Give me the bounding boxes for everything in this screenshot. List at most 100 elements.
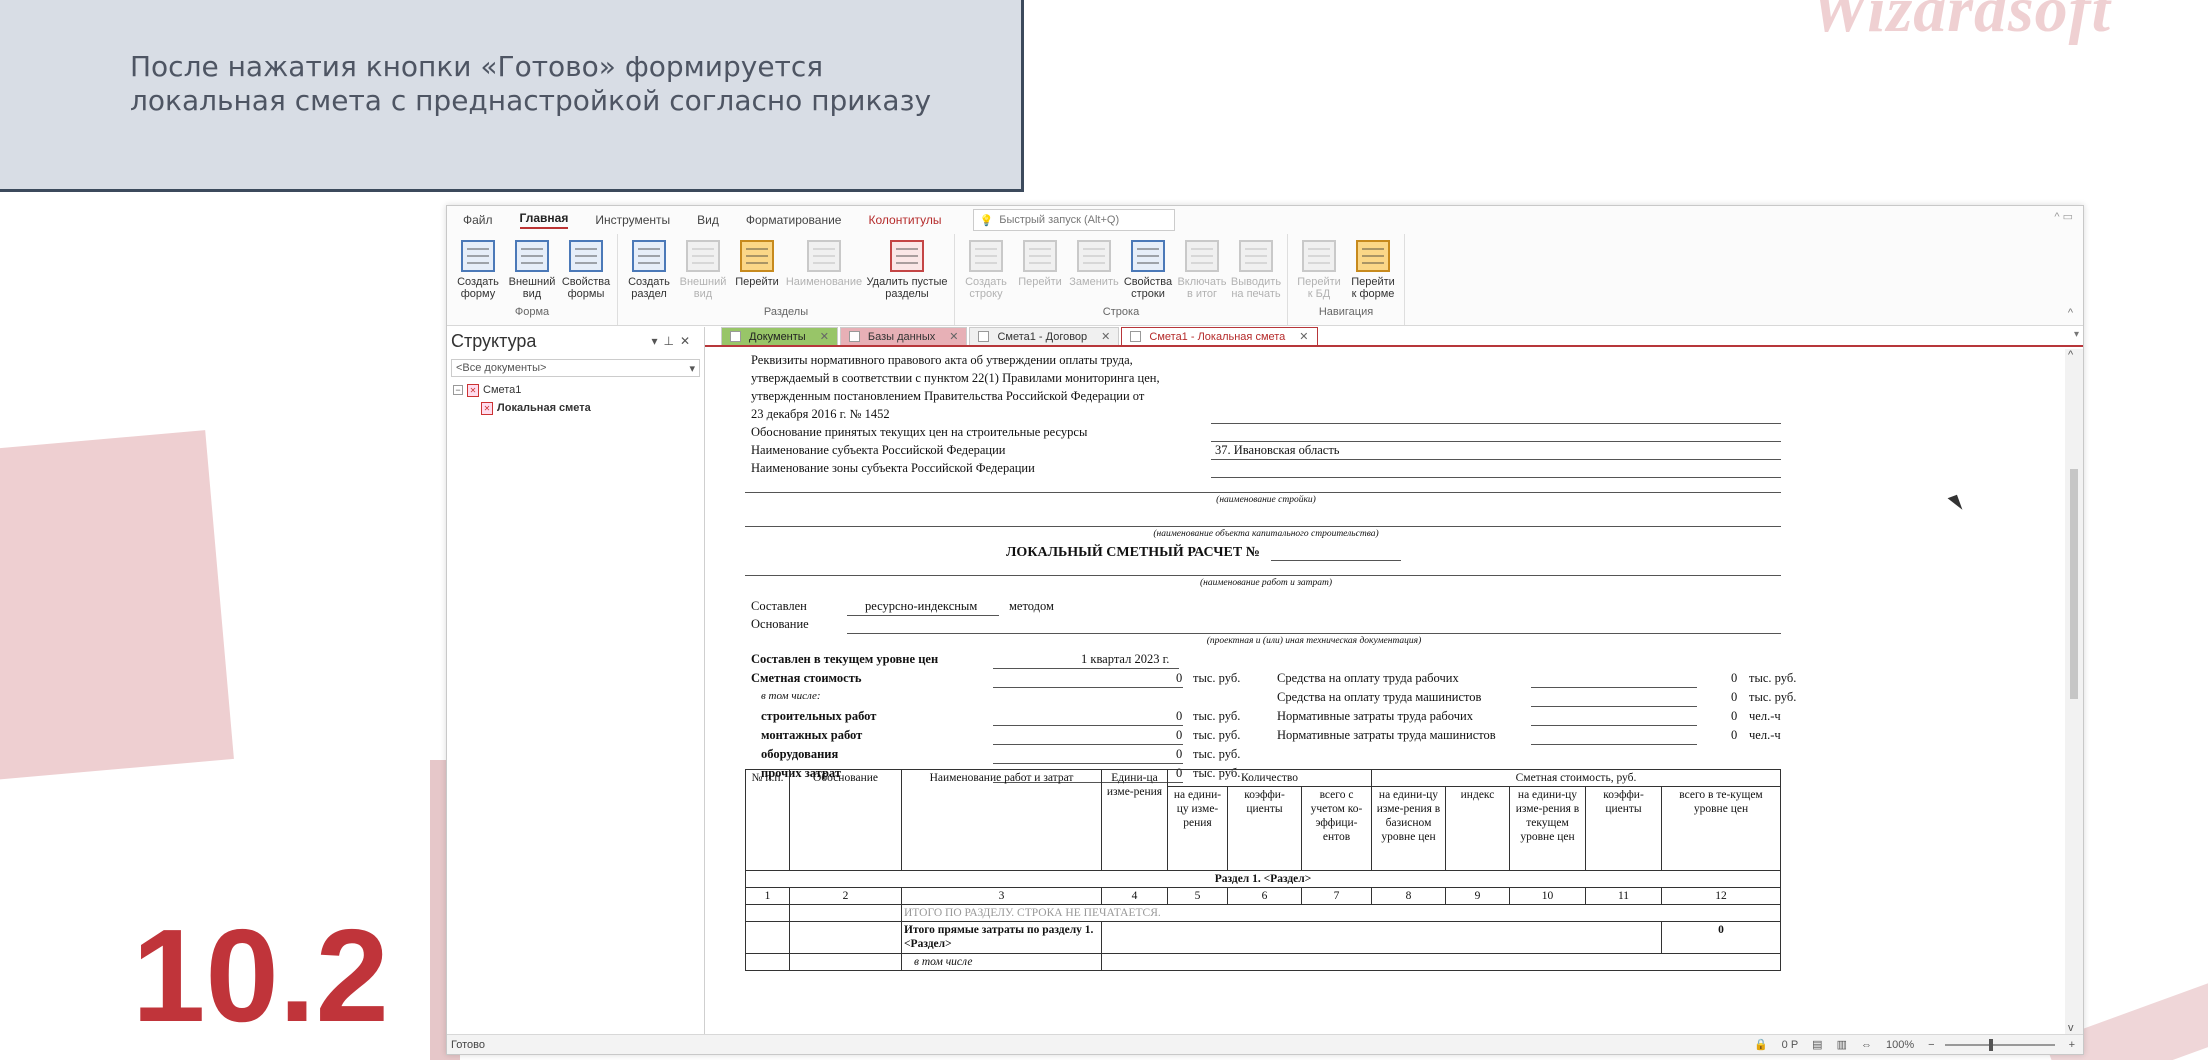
total-row-value: 0 [1661, 921, 1781, 954]
tabs-dropdown-icon[interactable]: ▾ [2074, 329, 2079, 340]
scroll-down-icon[interactable]: v [2068, 1022, 2074, 1034]
estimate-doc-icon [1130, 331, 1142, 342]
header-number: № п.п. [745, 769, 790, 871]
create-row-button[interactable]: Создать строку [959, 240, 1013, 304]
btn-label: Выводить [1230, 276, 1282, 288]
quick-launch-input[interactable]: 💡 Быстрый запуск (Alt+Q) [972, 209, 1175, 231]
colnum: 6 [1227, 887, 1302, 905]
chevron-up-icon[interactable]: ^ [2068, 307, 2073, 319]
tab-documents[interactable]: Документы ✕ [721, 327, 838, 345]
menu-home[interactable]: Главная [519, 211, 569, 229]
btn-label: к форме [1351, 288, 1395, 300]
table-row[interactable]: в том числе [745, 953, 1781, 971]
print-output-icon [1239, 240, 1273, 272]
cell [789, 953, 902, 971]
lock-icon: 🔒 [1753, 1039, 1768, 1051]
tab-local-estimate[interactable]: Смета1 - Локальная смета ✕ [1121, 327, 1318, 345]
work-area: Структура ▾⊥✕ <Все документы> ▾ − ✕ Смет… [447, 327, 2083, 1034]
cost-construction-value: 0 [1176, 709, 1183, 723]
goto-form-button[interactable]: Перейти к форме [1346, 240, 1400, 304]
colnum: 5 [1167, 887, 1228, 905]
document-area: Документы ✕ Базы данных ✕ Смета1 - Договор… [705, 327, 2083, 1034]
header-unit: Едини-ца изме-рения [1101, 769, 1168, 871]
header-cost-index: индекс [1445, 786, 1510, 871]
composed-method-value[interactable]: ресурсно-индексным [865, 599, 977, 614]
collapse-icon[interactable]: − [453, 385, 463, 395]
table-row[interactable]: ИТОГО ПО РАЗДЕЛУ. СТРОКА НЕ ПЕЧАТАЕТСЯ. [745, 904, 1781, 922]
goto-button[interactable]: Перейти [730, 240, 784, 304]
estimate-doc-icon [978, 331, 990, 342]
close-icon[interactable]: ✕ [820, 330, 829, 343]
btn-label: Перейти [735, 276, 779, 288]
slide-caption: После нажатия кнопки «Готово» формируетс… [130, 50, 931, 118]
goto-db-icon [1302, 240, 1336, 272]
btn-label: Наименование [785, 276, 863, 288]
ribbon-minimize-icon[interactable]: ^ ▭ [2054, 210, 2073, 223]
include-total-button[interactable]: Включать в итог [1175, 240, 1229, 304]
row-properties-button[interactable]: Свойства строки [1121, 240, 1175, 304]
header-cost: Сметная стоимость, руб. [1371, 769, 1781, 787]
cell [745, 904, 790, 922]
create-form-button[interactable]: Создать форму [451, 240, 505, 304]
scroll-thumb[interactable] [2070, 469, 2078, 699]
create-section-icon [632, 240, 666, 272]
btn-label: формы [567, 288, 605, 300]
print-output-button[interactable]: Выводить на печать [1229, 240, 1283, 304]
estimate-table: № п.п. Обоснование Наименование работ и … [745, 769, 1781, 971]
labor-cost-machinists-underline [1531, 744, 1697, 745]
cell [745, 921, 790, 954]
cost-value: 0 [1176, 671, 1183, 685]
create-section-button[interactable]: Создать раздел [622, 240, 676, 304]
prices-basis-underline [1211, 441, 1781, 442]
slide-header-panel: После нажатия кнопки «Готово» формируетс… [0, 0, 1024, 192]
tab-databases[interactable]: Базы данных ✕ [839, 327, 968, 345]
goto-db-button[interactable]: Перейти к БД [1292, 240, 1346, 304]
menu-headers-footers[interactable]: Колонтитулы [868, 213, 941, 227]
close-icon[interactable]: ✕ [1299, 330, 1308, 343]
btn-label: раздел [631, 288, 667, 300]
menu-formatting[interactable]: Форматирование [746, 213, 842, 227]
scroll-up-icon[interactable]: ^ [2068, 349, 2073, 361]
structure-tree: − ✕ Смета1 ✕ Локальная смета [447, 381, 704, 417]
name-button[interactable]: Наименование [784, 240, 864, 304]
section-row[interactable]: Раздел 1. <Раздел> [745, 870, 1781, 888]
folder-icon [730, 331, 741, 342]
tab-contract[interactable]: Смета1 - Договор ✕ [969, 327, 1120, 345]
goto-row-button[interactable]: Перейти [1013, 240, 1067, 304]
section-appearance-button[interactable]: Внешний вид [676, 240, 730, 304]
close-icon[interactable]: ✕ [1101, 330, 1110, 343]
print-layout-icon[interactable]: ▤ [1812, 1038, 1822, 1051]
tree-root-label: Смета1 [483, 384, 522, 396]
page-view-icon[interactable]: ▥ [1837, 1038, 1847, 1051]
document-filter-select[interactable]: <Все документы> ▾ [451, 359, 700, 377]
table-row[interactable]: Итого прямые затраты по разделу 1. <Разд… [745, 921, 1781, 954]
appearance-button[interactable]: Внешний вид [505, 240, 559, 304]
goto-icon [740, 240, 774, 272]
btn-label: Удалить пустые [866, 276, 948, 288]
object-underline [745, 526, 1781, 527]
zoom-out-icon[interactable]: − [1928, 1039, 1934, 1051]
menu-tools[interactable]: Инструменты [595, 213, 670, 227]
menu-file[interactable]: Файл [463, 213, 493, 227]
vertical-scrollbar[interactable]: ^ v [2065, 349, 2083, 1034]
close-icon[interactable]: ✕ [949, 330, 958, 343]
panel-controls-icon[interactable]: ▾⊥✕ [651, 334, 696, 348]
tree-item-root[interactable]: − ✕ Смета1 [453, 381, 704, 399]
form-properties-button[interactable]: Свойства формы [559, 240, 613, 304]
replace-button[interactable]: Заменить [1067, 240, 1121, 304]
cost-underline [993, 687, 1183, 688]
zoom-slider[interactable] [1944, 1038, 2055, 1051]
price-level-value[interactable]: 1 квартал 2023 г. [1081, 652, 1169, 667]
zoom-in-icon[interactable]: + [2069, 1039, 2075, 1051]
cell [745, 953, 790, 971]
delete-empty-sections-button[interactable]: Удалить пустые разделы [864, 240, 950, 304]
subject-value[interactable]: 37. Ивановская область [1215, 443, 1339, 458]
colnum: 10 [1509, 887, 1586, 905]
basis-underline [847, 633, 1781, 634]
tree-item-local-estimate[interactable]: ✕ Локальная смета [481, 399, 704, 417]
labor-workers-label: Средства на оплату труда рабочих [1277, 671, 1459, 685]
fit-width-icon[interactable]: ⇔ [1861, 1039, 1872, 1051]
menu-view[interactable]: Вид [697, 213, 719, 227]
labor-cost-machinists-unit: чел.-ч [1749, 728, 1781, 742]
btn-label: в итог [1186, 288, 1218, 300]
